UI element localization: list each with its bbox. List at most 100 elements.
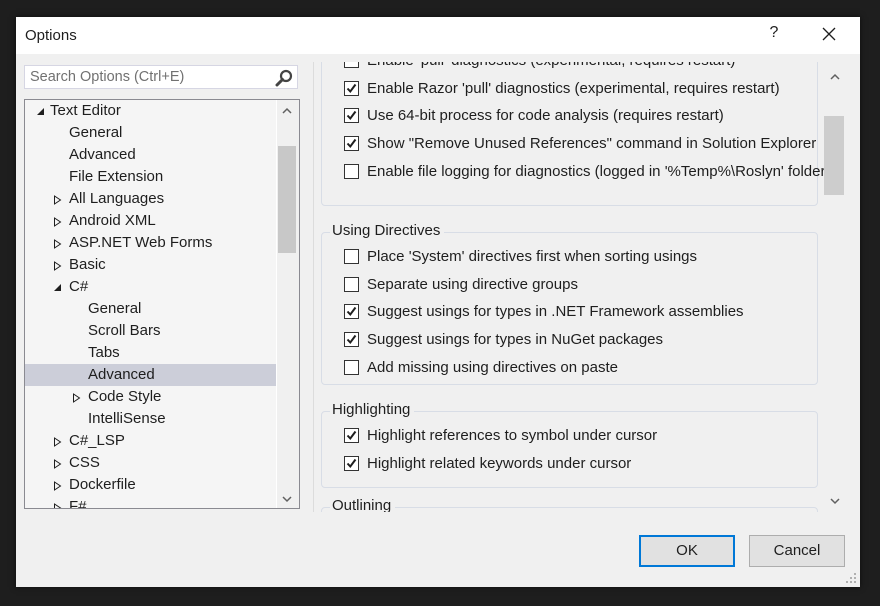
tree-item[interactable]: Dockerfile — [25, 474, 276, 496]
checkbox-checked[interactable] — [344, 80, 359, 96]
tree-item[interactable]: Scroll Bars — [25, 320, 276, 342]
tree-item-label: File Extension — [69, 168, 164, 185]
tree-item[interactable]: F# — [25, 496, 276, 509]
group-title-outlining: Outlining — [330, 497, 396, 512]
expanded-triangle-icon[interactable] — [51, 276, 63, 298]
tree-item-label: Basic — [69, 256, 106, 273]
options-tree: Text Editor General Advanced File Extension… — [24, 99, 300, 509]
collapsed-triangle-icon[interactable] — [51, 210, 63, 232]
checkbox-checked[interactable] — [344, 136, 359, 152]
tree-item-label: Dockerfile — [69, 476, 136, 493]
collapsed-triangle-icon[interactable] — [70, 386, 82, 408]
tree-item[interactable]: Advanced — [25, 144, 276, 166]
collapsed-triangle-icon[interactable] — [51, 474, 63, 496]
tree-item-label: Advanced — [88, 366, 155, 383]
checkbox-checked[interactable] — [344, 455, 359, 471]
search-box — [24, 65, 298, 89]
tree-item-label: Scroll Bars — [88, 322, 161, 339]
collapsed-triangle-icon[interactable] — [51, 254, 63, 276]
option-label: Use 64-bit process for code analysis (re… — [367, 107, 724, 125]
tree-scroll-thumb[interactable] — [278, 146, 296, 253]
help-button[interactable]: ? — [764, 24, 784, 46]
option-label: Separate using directive groups — [367, 275, 578, 293]
option-label: Enable file logging for diagnostics (log… — [367, 162, 831, 180]
tree-item[interactable]: File Extension — [25, 166, 276, 188]
checkbox-unchecked[interactable] — [344, 163, 359, 179]
close-button[interactable] — [816, 23, 842, 47]
tree-item-label: Tabs — [88, 344, 120, 361]
content-scroll-up-icon[interactable] — [825, 68, 845, 86]
tree-item[interactable]: C# — [25, 276, 276, 298]
tree-item[interactable]: C#_LSP — [25, 430, 276, 452]
tree-item[interactable]: Basic — [25, 254, 276, 276]
tree-item[interactable]: Tabs — [25, 342, 276, 364]
tree-scrollbar[interactable] — [276, 100, 299, 508]
checkmark-icon — [346, 458, 357, 468]
close-icon — [822, 27, 836, 41]
tree-scroll-down-icon[interactable] — [277, 490, 297, 508]
search-input[interactable] — [25, 66, 270, 88]
title-bar: Options ? — [16, 17, 860, 54]
tree-list: Text Editor General Advanced File Extension… — [25, 100, 276, 509]
tree-item[interactable]: All Languages — [25, 188, 276, 210]
option-label: Show "Remove Unused References" command … — [367, 135, 817, 153]
option-label: Suggest usings for types in NuGet packag… — [367, 331, 664, 349]
tree-item-label: CSS — [69, 454, 100, 471]
option-label: Highlight references to symbol under cur… — [367, 427, 658, 444]
collapsed-triangle-icon[interactable] — [51, 188, 63, 210]
tree-item-label: F# — [69, 498, 87, 509]
tree-item-label: C# — [69, 278, 89, 295]
checkmark-icon — [346, 83, 357, 93]
expanded-triangle-icon[interactable] — [34, 100, 46, 122]
option-label: Suggest usings for types in .NET Framewo… — [367, 303, 744, 321]
tree-item[interactable]: CSS — [25, 452, 276, 474]
tree-item[interactable]: Advanced — [25, 364, 276, 386]
tree-item-label: C#_LSP — [69, 432, 125, 449]
checkbox-checked[interactable] — [344, 304, 359, 320]
group-using-directives: Using Directives Place 'System' directiv… — [321, 222, 818, 385]
checkbox-unchecked[interactable] — [344, 249, 359, 264]
tree-item-label: ASP.NET Web Forms — [69, 234, 213, 251]
tree-item[interactable]: IntelliSense — [25, 408, 276, 430]
checkbox-unchecked[interactable] — [344, 62, 359, 68]
option-label: Enable Razor 'pull' diagnostics (experim… — [367, 79, 780, 97]
group-outlining: Outlining — [321, 497, 818, 512]
tree-item-label: Code Style — [88, 388, 162, 405]
option-label: Enable 'pull' diagnostics (experimental,… — [367, 62, 735, 72]
ok-button[interactable]: OK — [639, 535, 735, 567]
collapsed-triangle-icon[interactable] — [51, 496, 63, 508]
tree-item-label: All Languages — [69, 190, 165, 207]
collapsed-triangle-icon[interactable] — [51, 232, 63, 254]
tree-item[interactable]: Android XML — [25, 210, 276, 232]
option-label: Highlight related keywords under cursor — [367, 454, 632, 472]
option-label: Place 'System' directives first when sor… — [367, 248, 698, 265]
content-scroll-down-icon[interactable] — [825, 492, 845, 510]
collapsed-triangle-icon[interactable] — [51, 430, 63, 452]
checkbox-unchecked[interactable] — [344, 276, 359, 292]
tree-item[interactable]: Text Editor — [25, 100, 276, 122]
checkbox-checked[interactable] — [344, 332, 359, 348]
checkmark-icon — [346, 430, 357, 441]
tree-item[interactable]: General — [25, 298, 276, 320]
search-icon[interactable] — [275, 69, 293, 87]
tree-scroll-up-icon[interactable] — [277, 102, 297, 120]
option-label: Add missing using directives on paste — [367, 358, 618, 376]
options-content: Enable 'pull' diagnostics (experimental,… — [313, 62, 844, 512]
content-scroll-thumb[interactable] — [824, 116, 844, 195]
checkmark-icon — [346, 111, 357, 121]
cancel-button[interactable]: Cancel — [749, 535, 845, 567]
tree-item-label: Advanced — [69, 146, 136, 163]
checkbox-unchecked[interactable] — [344, 359, 359, 375]
tree-item[interactable]: Code Style — [25, 386, 276, 408]
collapsed-triangle-icon[interactable] — [51, 452, 63, 474]
group-title-highlighting: Highlighting — [330, 401, 415, 419]
tree-item-label: IntelliSense — [88, 410, 166, 427]
tree-item-label: Text Editor — [50, 102, 121, 119]
resize-grip-icon[interactable] — [846, 573, 858, 585]
tree-item[interactable]: General — [25, 122, 276, 144]
group-title-using-directives: Using Directives — [330, 222, 445, 240]
checkbox-checked[interactable] — [344, 428, 359, 443]
content-scrollbar[interactable] — [822, 62, 844, 512]
tree-item[interactable]: ASP.NET Web Forms — [25, 232, 276, 254]
checkbox-checked[interactable] — [344, 108, 359, 124]
